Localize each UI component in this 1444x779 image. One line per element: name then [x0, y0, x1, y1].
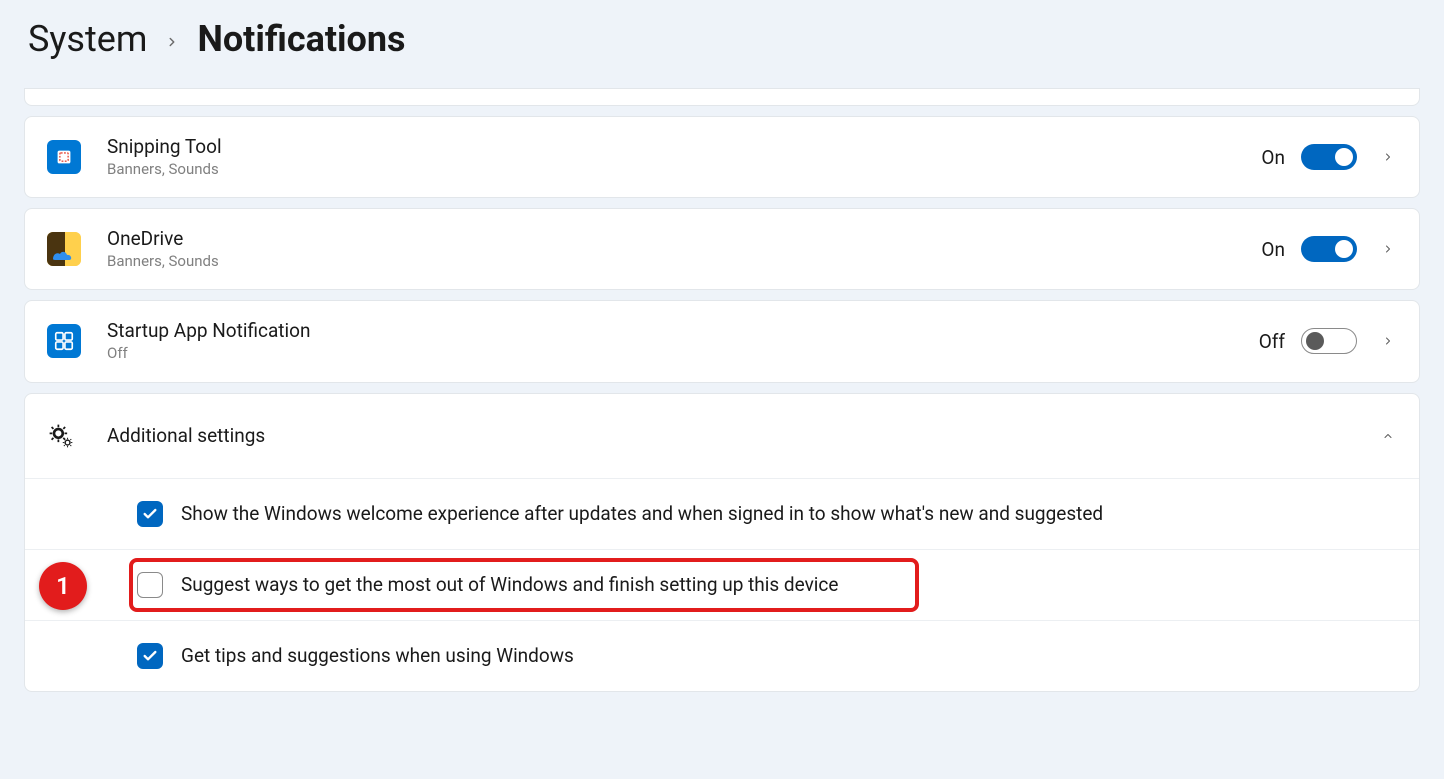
- app-sub: Banners, Sounds: [107, 252, 1261, 272]
- app-row-startup-notification[interactable]: Startup App Notification Off Off: [24, 300, 1420, 382]
- toggle-switch[interactable]: [1301, 236, 1357, 262]
- app-row-snipping-tool[interactable]: Snipping Tool Banners, Sounds On: [24, 116, 1420, 198]
- app-name: OneDrive: [107, 227, 1261, 252]
- option-label: Get tips and suggestions when using Wind…: [181, 644, 574, 667]
- checkbox[interactable]: [137, 501, 163, 527]
- section-title: Additional settings: [107, 424, 1379, 447]
- chevron-right-icon: [165, 30, 179, 55]
- breadcrumb-parent[interactable]: System: [28, 18, 147, 60]
- toggle-status: On: [1261, 146, 1285, 169]
- snipping-tool-icon: [47, 140, 81, 174]
- option-tips-suggestions[interactable]: Get tips and suggestions when using Wind…: [25, 621, 1419, 691]
- onedrive-icon: [47, 232, 81, 266]
- annotation-badge: 1: [39, 562, 87, 610]
- card-stub: [24, 88, 1420, 106]
- app-sub: Banners, Sounds: [107, 160, 1261, 180]
- chevron-right-icon[interactable]: [1379, 240, 1397, 258]
- startup-app-icon: [47, 324, 81, 358]
- checkbox[interactable]: [137, 643, 163, 669]
- app-name: Snipping Tool: [107, 135, 1261, 160]
- option-label: Suggest ways to get the most out of Wind…: [181, 573, 838, 596]
- breadcrumb-current: Notifications: [197, 18, 405, 60]
- checkbox[interactable]: [137, 572, 163, 598]
- chevron-right-icon[interactable]: [1379, 332, 1397, 350]
- chevron-right-icon[interactable]: [1379, 148, 1397, 166]
- chevron-up-icon[interactable]: [1379, 430, 1397, 442]
- additional-settings-section: Additional settings Show the Windows wel…: [24, 393, 1420, 692]
- toggle-status: Off: [1259, 330, 1285, 353]
- additional-settings-header[interactable]: Additional settings: [25, 394, 1419, 479]
- option-label: Show the Windows welcome experience afte…: [181, 502, 1103, 525]
- toggle-switch[interactable]: [1301, 144, 1357, 170]
- breadcrumb: System Notifications: [0, 0, 1444, 88]
- app-name: Startup App Notification: [107, 319, 1259, 344]
- app-row-onedrive[interactable]: OneDrive Banners, Sounds On: [24, 208, 1420, 290]
- toggle-status: On: [1261, 238, 1285, 261]
- option-suggest-setup[interactable]: Suggest ways to get the most out of Wind…: [25, 550, 1419, 621]
- option-welcome-experience[interactable]: Show the Windows welcome experience afte…: [25, 479, 1419, 550]
- gears-icon: [47, 422, 81, 450]
- toggle-switch[interactable]: [1301, 328, 1357, 354]
- app-sub: Off: [107, 344, 1259, 364]
